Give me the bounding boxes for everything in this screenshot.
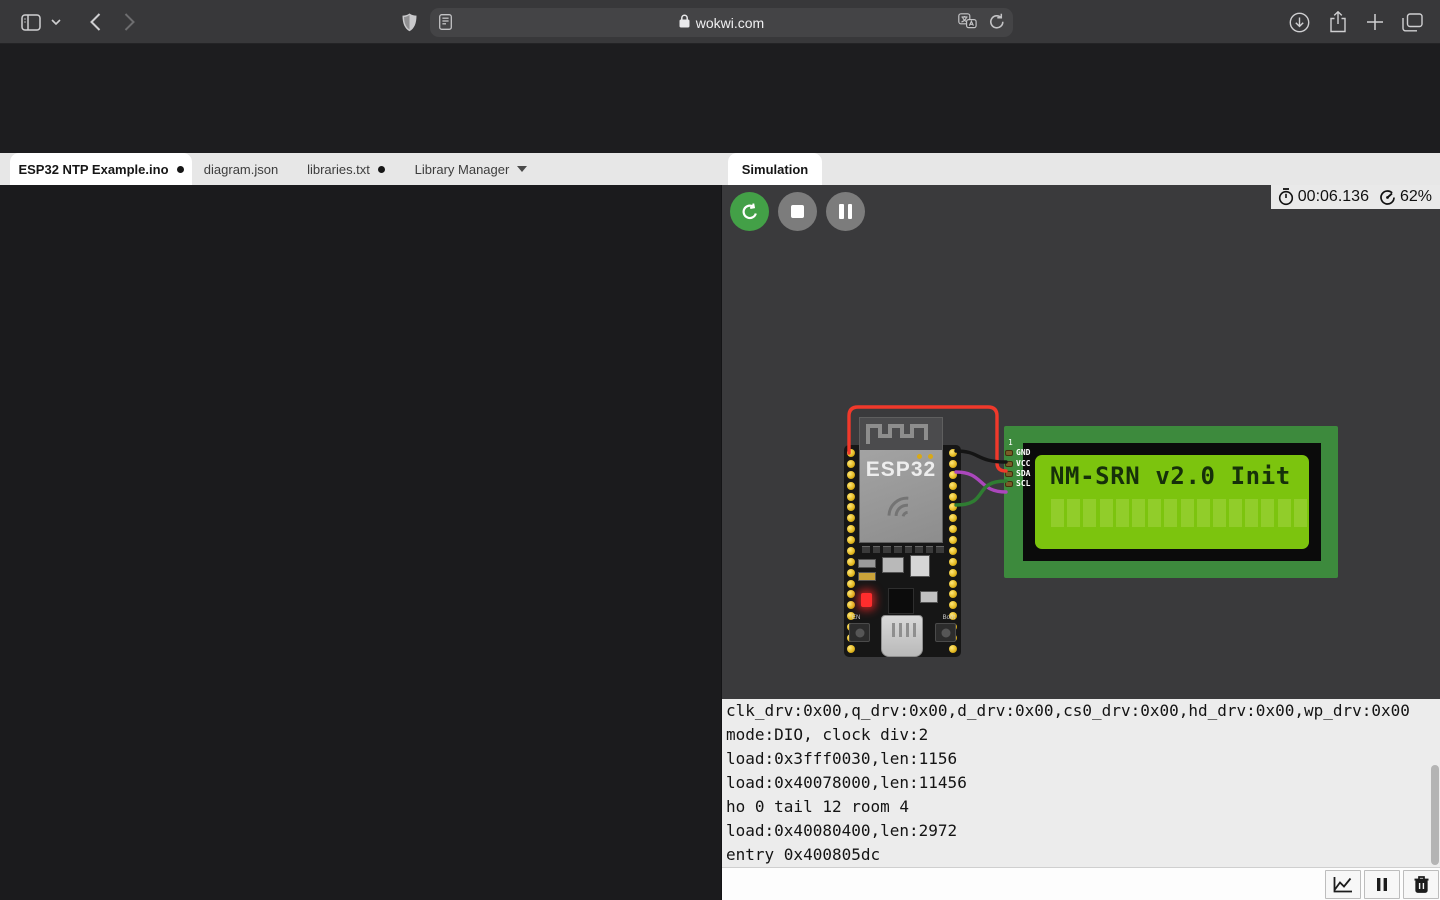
en-button-label: EN: [852, 615, 860, 621]
lcd-pin1-label: 1: [1008, 438, 1013, 447]
lcd1602-module[interactable]: NM-SRN v2.0 Init 1 GND VCC SDA SCL: [1004, 426, 1338, 578]
serial-line: load:0x40080400,len:2972: [722, 819, 1440, 843]
micro-usb-connector: [881, 615, 923, 657]
serial-line: entry 0x400805dc: [722, 843, 1440, 867]
wire-scl[interactable]: [956, 472, 1006, 492]
wifi-logo-icon: [878, 487, 924, 533]
pause-icon: [839, 204, 852, 219]
sidebar-toggle-icon[interactable]: [20, 12, 42, 32]
code-editor-pane[interactable]: [0, 185, 721, 900]
tab-overview-icon[interactable]: [1401, 12, 1423, 32]
serial-monitor[interactable]: clk_drv:0x00,q_drv:0x00,d_drv:0x00,cs0_d…: [722, 699, 1440, 867]
reader-mode-icon[interactable]: [439, 14, 452, 35]
tab-library-manager[interactable]: Library Manager: [404, 153, 538, 185]
lcd-screen: NM-SRN v2.0 Init: [1035, 455, 1309, 549]
performance-value: 62%: [1400, 188, 1432, 206]
esp32-devkit-board[interactable]: ESP32 EN Boot: [844, 445, 961, 657]
tab-sketch-file[interactable]: ESP32 NTP Example.ino: [10, 153, 192, 185]
unsaved-indicator: [177, 166, 184, 173]
browser-toolbar: wokwi.com: [0, 0, 1440, 44]
smd-component: [858, 559, 876, 568]
esp32-module-shield: ESP32: [859, 417, 943, 543]
lcd-row2-cells: [1051, 499, 1307, 527]
voltage-regulator: [882, 557, 904, 573]
serial-plotter-button[interactable]: [1325, 870, 1361, 899]
url-text: wokwi.com: [696, 15, 764, 31]
smd-component: [858, 572, 876, 581]
stop-simulation-button[interactable]: [778, 192, 817, 231]
reload-icon[interactable]: [989, 13, 1005, 35]
pause-simulation-button[interactable]: [826, 192, 865, 231]
esp32-label: ESP32: [860, 458, 942, 482]
workspace-tabbar: ESP32 NTP Example.ino diagram.json libra…: [0, 153, 1440, 185]
simulation-status-badge: 00:06.136 62%: [1271, 185, 1440, 209]
serial-line: ho 0 tail 12 room 4: [722, 795, 1440, 819]
lock-icon: [679, 14, 690, 31]
wire-sda[interactable]: [956, 481, 1006, 505]
tab-label: ESP32 NTP Example.ino: [18, 162, 168, 177]
en-button[interactable]: [849, 623, 870, 642]
simulation-canvas[interactable]: 00:06.136 62%: [722, 185, 1440, 699]
chevron-down-icon: [517, 166, 527, 172]
page-header-band: [0, 45, 1440, 153]
tab-simulation[interactable]: Simulation: [728, 153, 822, 185]
serial-line: clk_drv:0x00,q_drv:0x00,d_drv:0x00,cs0_d…: [722, 699, 1440, 723]
sidebar-chevron-down-icon[interactable]: [50, 12, 62, 32]
forward-button[interactable]: [118, 12, 140, 32]
tab-label: Simulation: [742, 162, 808, 177]
tab-label: libraries.txt: [307, 162, 370, 177]
new-tab-icon[interactable]: [1364, 12, 1386, 32]
serial-clear-button[interactable]: [1403, 870, 1439, 899]
serial-line: mode:DIO, clock div:2: [722, 723, 1440, 747]
lcd-vcc-label: VCC: [1016, 460, 1030, 468]
performance-gauge-icon: [1379, 189, 1396, 206]
tab-label: Library Manager: [415, 162, 510, 177]
serial-line: load:0x40078000,len:11456: [722, 771, 1440, 795]
lcd-text-line1: NM-SRN v2.0 Init: [1050, 462, 1291, 490]
share-icon[interactable]: [1327, 12, 1349, 32]
tab-libraries-txt[interactable]: libraries.txt: [296, 153, 396, 185]
boot-button-label: Boot: [943, 615, 955, 621]
lcd-scl-label: SCL: [1016, 480, 1030, 488]
tab-label: diagram.json: [204, 162, 278, 177]
simulation-pane: 00:06.136 62%: [721, 185, 1440, 900]
wire-gnd[interactable]: [956, 451, 1006, 462]
esp32-antenna: [860, 418, 942, 450]
boot-button[interactable]: [935, 623, 956, 642]
wokwi-simulator-page: wokwi.com: [0, 0, 1440, 900]
downloads-icon[interactable]: [1288, 12, 1310, 32]
usb-uart-chip: [888, 588, 914, 614]
address-bar[interactable]: wokwi.com: [430, 8, 1013, 37]
tab-diagram-json[interactable]: diagram.json: [196, 153, 286, 185]
board-capacitor-row: [862, 546, 944, 553]
smd-component: [920, 591, 938, 603]
back-button[interactable]: [84, 12, 106, 32]
stopwatch-icon: [1278, 188, 1294, 206]
privacy-shield-icon[interactable]: [398, 12, 420, 32]
serial-pause-button[interactable]: [1364, 870, 1400, 899]
serial-line: load:0x3fff0030,len:1156: [722, 747, 1440, 771]
unsaved-indicator: [378, 166, 385, 173]
elapsed-time: 00:06.136: [1298, 188, 1369, 206]
lcd-sda-label: SDA: [1016, 470, 1030, 478]
serial-toolbar: [722, 867, 1440, 900]
restart-simulation-button[interactable]: [730, 192, 769, 231]
serial-scrollbar-thumb[interactable]: [1431, 765, 1439, 865]
stop-icon: [791, 205, 804, 218]
smd-component: [910, 555, 930, 577]
power-led: [861, 593, 872, 607]
lcd-bezel: NM-SRN v2.0 Init: [1023, 443, 1321, 561]
lcd-gnd-label: GND: [1016, 449, 1030, 457]
lcd-pin-header: 1 GND VCC SDA SCL: [1005, 448, 1030, 490]
translate-icon[interactable]: [958, 13, 977, 35]
